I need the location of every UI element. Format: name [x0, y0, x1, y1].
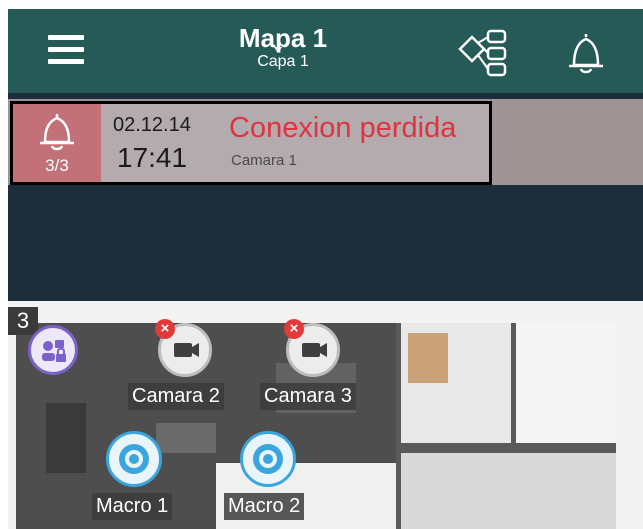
notifications-bell-icon[interactable]	[566, 31, 606, 75]
dropdown-arrow-icon	[274, 47, 282, 53]
macro-2-marker[interactable]	[240, 431, 296, 487]
alarm-time: 17:41	[117, 142, 188, 173]
gear-icon	[253, 444, 283, 474]
layer-subtitle: Capa 1	[208, 47, 358, 71]
access-lock-icon[interactable]	[28, 325, 78, 375]
alarm-card[interactable]: 3/3 02.12.14 17:41 Conexion perdida Cama…	[10, 101, 492, 185]
map-title-selector[interactable]: Mapa 1 Capa 1	[208, 23, 358, 71]
video-camera-icon	[302, 343, 327, 357]
macro-1-label[interactable]: Macro 1	[92, 493, 173, 520]
top-bar: Mapa 1 Capa 1	[8, 9, 643, 93]
alarm-count: 3/3	[45, 156, 69, 175]
stairs	[516, 323, 616, 443]
macro-1-marker[interactable]	[106, 431, 162, 487]
layers-tree-icon[interactable]	[458, 29, 508, 77]
macro-2-label[interactable]: Macro 2	[224, 493, 305, 520]
alarm-bar: 3/3 02.12.14 17:41 Conexion perdida Cama…	[8, 99, 643, 185]
video-camera-icon	[174, 343, 199, 357]
floor-map[interactable]: 3 × Camara 2 × Camara 3 Macro 1 Macro 2	[8, 301, 643, 529]
camera-2-error-icon: ×	[155, 319, 175, 339]
camera-2-label[interactable]: Camara 2	[128, 383, 224, 410]
camera-3-error-icon: ×	[284, 319, 304, 339]
alarm-message: Conexion perdida	[229, 112, 457, 144]
desk	[46, 403, 86, 473]
layer-subtitle-text: Capa 1	[257, 53, 309, 70]
alarm-counter-panel: 3/3	[13, 104, 101, 182]
camera-3-label[interactable]: Camara 3	[260, 383, 356, 410]
app-screen: Mapa 1 Capa 1 3/3 02.12.14 17:41 Conexio…	[8, 9, 643, 529]
gear-icon	[119, 444, 149, 474]
desk	[156, 423, 216, 453]
map-title: Mapa 1	[238, 23, 328, 53]
lounge	[401, 453, 616, 529]
menu-icon[interactable]	[48, 33, 84, 67]
alarm-bell-icon	[40, 114, 74, 151]
alarm-date: 02.12.14	[113, 114, 191, 136]
storage-boxes	[408, 333, 448, 383]
alarm-source: Camara 1	[231, 152, 297, 169]
